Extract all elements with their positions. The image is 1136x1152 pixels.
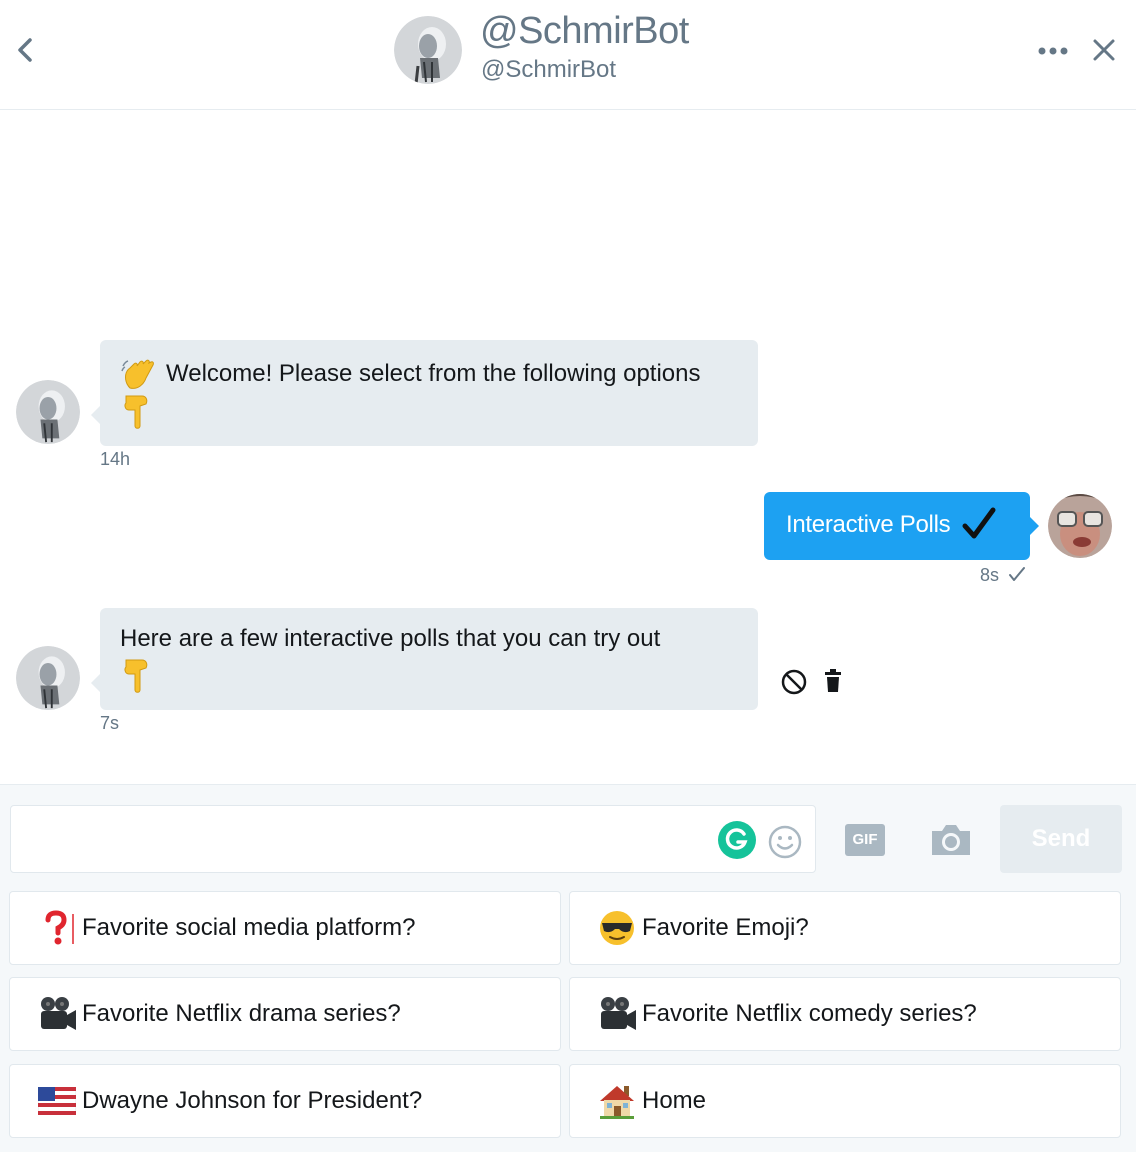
pointing-down-icon: [124, 659, 148, 693]
quick-reply-button[interactable]: Favorite Netflix comedy series?: [569, 977, 1121, 1051]
camera-icon[interactable]: [928, 821, 974, 859]
quick-reply-label: Home: [642, 1087, 707, 1114]
user-avatar[interactable]: [1048, 494, 1112, 558]
question-mark-icon: [45, 910, 74, 945]
send-button[interactable]: Send: [1000, 805, 1122, 873]
quick-reply-button[interactable]: Favorite Emoji?: [569, 891, 1121, 965]
sent-check-icon: [1009, 567, 1026, 581]
gif-button[interactable]: GIF: [844, 823, 886, 857]
quick-reply-button[interactable]: Home: [569, 1064, 1121, 1138]
pointing-down-icon: [124, 395, 148, 429]
bot-avatar[interactable]: [16, 380, 80, 444]
heavy-check-mark-icon: [962, 507, 996, 539]
quick-reply-label: Dwayne Johnson for President?: [82, 1087, 423, 1114]
emoji-picker-icon[interactable]: [767, 824, 803, 860]
message-bubble-incoming: Here are a few interactive polls that yo…: [91, 608, 758, 710]
message-text: Welcome! Please select from the followin…: [166, 360, 701, 387]
header-bot-avatar[interactable]: [394, 16, 462, 84]
more-options-icon[interactable]: [1034, 38, 1074, 64]
house-icon: [600, 1086, 634, 1119]
quick-reply-label: Favorite Emoji?: [642, 914, 809, 941]
gif-label: GIF: [852, 831, 878, 848]
message-bubble-outgoing: Interactive Polls: [764, 492, 1039, 560]
message-text: Interactive Polls: [786, 511, 951, 538]
timestamp-text: 8s: [980, 565, 1000, 585]
quick-reply-label: Favorite Netflix comedy series?: [642, 1000, 977, 1027]
block-icon[interactable]: [780, 668, 808, 696]
quick-reply-label: Favorite social media platform?: [82, 914, 416, 941]
message-text: Here are a few interactive polls that yo…: [120, 625, 661, 652]
trash-icon[interactable]: [822, 668, 844, 694]
quick-reply-button[interactable]: Favorite social media platform?: [9, 891, 561, 965]
header-display-name: @SchmirBot: [480, 10, 689, 52]
message-timestamp: 7s: [100, 713, 120, 733]
us-flag-icon: [38, 1087, 76, 1115]
message-timestamp: 8s: [980, 565, 1026, 586]
waving-hand-icon: [121, 359, 154, 389]
message-bubble-incoming: Welcome! Please select from the followin…: [91, 340, 758, 446]
quick-reply-button[interactable]: Favorite Netflix drama series?: [9, 977, 561, 1051]
movie-camera-icon: [601, 997, 636, 1030]
message-timestamp: 14h: [100, 449, 131, 469]
movie-camera-icon: [41, 997, 76, 1030]
close-icon[interactable]: [1088, 34, 1120, 66]
header-handle: @SchmirBot: [481, 56, 617, 83]
bot-avatar[interactable]: [16, 646, 80, 710]
message-input[interactable]: [10, 805, 816, 873]
quick-reply-label: Favorite Netflix drama series?: [82, 1000, 401, 1027]
sunglasses-face-icon: [600, 911, 634, 945]
back-arrow-icon[interactable]: [10, 32, 40, 68]
quick-reply-button[interactable]: Dwayne Johnson for President?: [9, 1064, 561, 1138]
grammarly-icon[interactable]: [717, 820, 757, 860]
conversation-header: @SchmirBot @SchmirBot: [0, 0, 1136, 110]
